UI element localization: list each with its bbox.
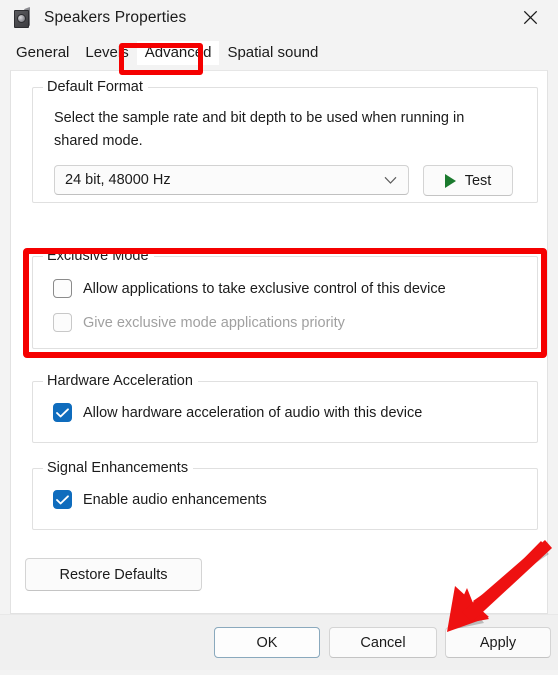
exclusive-mode-legend: Exclusive Mode xyxy=(43,247,154,265)
exclusive-priority-checkbox: Give exclusive mode applications priorit… xyxy=(53,313,345,332)
tab-levels[interactable]: Levels xyxy=(77,41,136,65)
hardware-acceleration-group: Hardware Acceleration Allow hardware acc… xyxy=(32,372,538,443)
window-title: Speakers Properties xyxy=(44,9,187,26)
restore-defaults-label: Restore Defaults xyxy=(59,566,168,583)
allow-exclusive-control-label: Allow applications to take exclusive con… xyxy=(83,280,446,297)
signal-enhancements-checkbox[interactable]: Enable audio enhancements xyxy=(53,490,267,509)
default-format-description: Select the sample rate and bit depth to … xyxy=(54,110,465,149)
apply-button[interactable]: Apply xyxy=(445,627,551,658)
cancel-button[interactable]: Cancel xyxy=(329,627,437,658)
allow-exclusive-control-checkbox[interactable]: Allow applications to take exclusive con… xyxy=(53,279,446,298)
restore-defaults-button[interactable]: Restore Defaults xyxy=(25,558,202,591)
hardware-acceleration-legend: Hardware Acceleration xyxy=(43,372,198,390)
advanced-tab-panel: Default Format Select the sample rate an… xyxy=(10,70,548,614)
close-icon[interactable] xyxy=(510,2,550,32)
ok-button[interactable]: OK xyxy=(214,627,320,658)
sample-rate-dropdown[interactable]: 24 bit, 48000 Hz xyxy=(54,165,409,195)
exclusive-mode-group: Exclusive Mode Allow applications to tak… xyxy=(32,247,538,349)
checkbox-box xyxy=(53,279,72,298)
signal-enhancements-label: Enable audio enhancements xyxy=(83,491,267,508)
tab-advanced[interactable]: Advanced xyxy=(136,41,220,65)
test-button-label: Test xyxy=(464,172,492,189)
chevron-down-icon xyxy=(384,176,398,185)
exclusive-priority-label: Give exclusive mode applications priorit… xyxy=(83,314,345,331)
speakers-properties-window: Speakers Properties General Levels Advan… xyxy=(0,0,558,670)
dialog-footer: OK Cancel Apply xyxy=(0,614,558,670)
checkbox-box xyxy=(53,490,72,509)
checkbox-box xyxy=(53,313,72,332)
signal-enhancements-group: Signal Enhancements Enable audio enhance… xyxy=(32,459,538,530)
hardware-acceleration-checkbox[interactable]: Allow hardware acceleration of audio wit… xyxy=(53,403,422,422)
tab-strip: General Levels Advanced Spatial sound xyxy=(0,36,558,70)
tab-spatial-sound[interactable]: Spatial sound xyxy=(219,41,326,65)
default-format-legend: Default Format xyxy=(43,78,148,96)
title-bar: Speakers Properties xyxy=(0,0,558,36)
play-icon xyxy=(444,173,456,188)
hardware-acceleration-label: Allow hardware acceleration of audio wit… xyxy=(83,404,423,421)
speaker-box-icon xyxy=(12,6,32,29)
apply-button-label: Apply xyxy=(479,634,517,651)
test-button[interactable]: Test xyxy=(423,165,513,196)
cancel-button-label: Cancel xyxy=(360,634,406,651)
tab-general[interactable]: General xyxy=(8,41,77,65)
checkbox-box xyxy=(53,403,72,422)
default-format-group: Default Format Select the sample rate an… xyxy=(32,78,538,203)
ok-button-label: OK xyxy=(256,634,278,651)
sample-rate-value: 24 bit, 48000 Hz xyxy=(65,172,171,188)
signal-enhancements-legend: Signal Enhancements xyxy=(43,459,194,477)
